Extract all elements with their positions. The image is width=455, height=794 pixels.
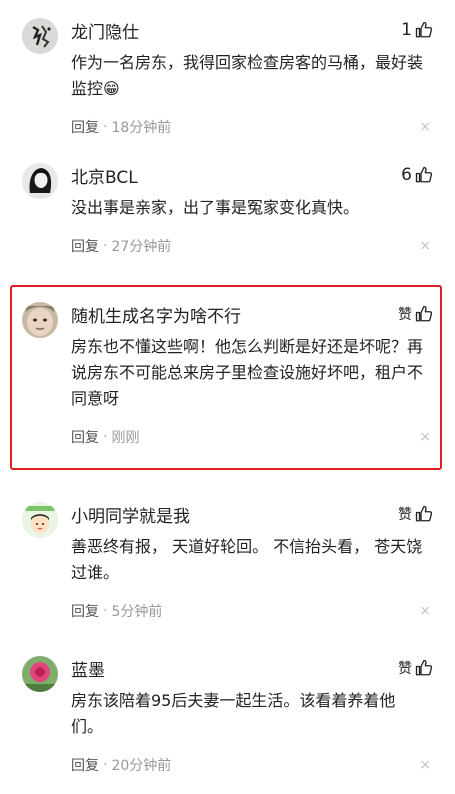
timestamp: 27分钟前 [111,239,172,255]
like-count: 1 [401,20,412,40]
reply-button[interactable]: 回复 [71,601,99,621]
avatar[interactable] [22,163,58,199]
avatar[interactable] [22,502,58,538]
avatar[interactable] [22,656,58,692]
username[interactable]: 蓝墨 [71,656,105,681]
separator-dot: · [103,238,108,254]
username[interactable]: 北京BCL [71,163,138,188]
avatar-calligraphy-image [22,18,58,54]
comment-item: 蓝墨 赞 房东该陪着95后夫妻一起生活。该看着养着他们。 回复 · 20分钟前 … [0,638,455,794]
avatar-ink-portrait-image [22,163,58,199]
like-count: 6 [401,165,412,185]
comment-item: 小明同学就是我 赞 善恶终有报， 天道好轮回。 不信抬头看， 苍天饶过谁。 回复… [0,484,455,638]
username[interactable]: 随机生成名字为啥不行 [71,302,241,327]
comment-footer: 回复 · 5分钟前 × [71,592,433,630]
like-label: 赞 [398,307,412,323]
timestamp: 18分钟前 [111,120,172,136]
like-button[interactable]: 赞 [398,658,433,678]
separator-dot: · [103,757,108,773]
comment-text: 作为一名房东，我得回家检查房客的马桶，最好装监控😁 [71,53,424,98]
like-label: 赞 [398,507,412,523]
separator-dot: · [103,429,108,445]
comment-list: 龙门隐仕 1 作为一名房东，我得回家检查房客的马桶，最好装监控😁 回复 · 18… [0,0,455,794]
avatar-cartoon-boy-image [22,502,58,538]
separator-dot: · [103,603,108,619]
comment-text: 房东该陪着95后夫妻一起生活。该看着养着他们。 [71,691,396,736]
thumbs-up-icon [415,659,433,676]
thumbs-up-icon [415,21,433,38]
close-icon[interactable]: × [419,238,433,254]
avatar[interactable] [22,302,58,338]
comment-footer: 回复 · 刚刚 × [71,418,433,456]
timestamp: 5分钟前 [111,604,163,620]
comment-footer: 回复 · 18分钟前 × [71,108,433,146]
reply-button[interactable]: 回复 [71,117,99,137]
close-icon[interactable]: × [419,757,433,773]
comment-item: 龙门隐仕 1 作为一名房东，我得回家检查房客的马桶，最好装监控😁 回复 · 18… [0,0,455,145]
avatar-flower-image [22,656,58,692]
like-label: 赞 [398,661,412,677]
comment-text: 善恶终有报， 天道好轮回。 不信抬头看， 苍天饶过谁。 [71,537,423,582]
like-button[interactable]: 6 [401,165,433,185]
close-icon[interactable]: × [419,429,433,445]
close-icon[interactable]: × [419,603,433,619]
comment-text: 没出事是亲家，出了事是冤家变化真快。 [71,198,360,217]
username[interactable]: 小明同学就是我 [71,502,190,527]
like-button[interactable]: 赞 [398,504,433,524]
close-icon[interactable]: × [419,119,433,135]
like-button[interactable]: 1 [401,20,433,40]
timestamp: 20分钟前 [111,758,172,774]
like-button[interactable]: 赞 [398,304,433,324]
thumbs-up-icon [415,166,433,183]
avatar[interactable] [22,18,58,54]
username[interactable]: 龙门隐仕 [71,18,139,43]
comment-item: 北京BCL 6 没出事是亲家，出了事是冤家变化真快。 回复 · 27分钟前 × [0,145,455,284]
avatar-face-image [22,302,58,338]
reply-button[interactable]: 回复 [71,427,99,447]
comment-text: 房东也不懂这些啊！他怎么判断是好还是坏呢？再说房东不可能总来房子里检查设施好坏吧… [71,337,424,408]
comment-item-highlighted: 随机生成名字为啥不行 赞 房东也不懂这些啊！他怎么判断是好还是坏呢？再说房东不可… [0,284,455,484]
separator-dot: · [103,119,108,135]
comment-footer: 回复 · 27分钟前 × [71,227,433,265]
reply-button[interactable]: 回复 [71,755,99,775]
timestamp: 刚刚 [111,430,140,446]
thumbs-up-icon [415,305,433,322]
reply-button[interactable]: 回复 [71,236,99,256]
thumbs-up-icon [415,505,433,522]
comment-footer: 回复 · 20分钟前 × [71,746,433,784]
